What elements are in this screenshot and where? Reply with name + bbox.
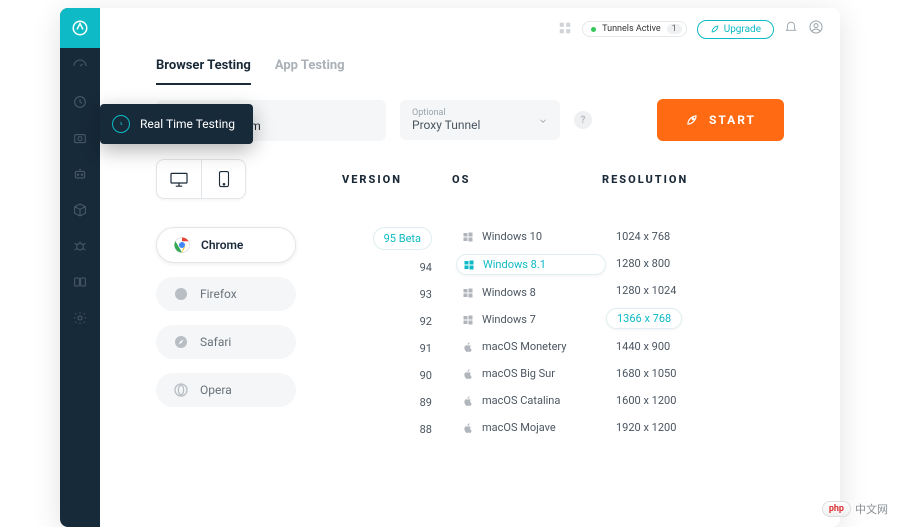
resolution-list: 1024 x 768 1280 x 800 1280 x 1024 1366 x 76… xyxy=(606,227,784,439)
os-option[interactable]: macOS Monetery xyxy=(456,337,606,356)
tunnels-badge[interactable]: Tunnels Active 1 xyxy=(582,21,687,37)
browser-list: Chrome Firefox Safari Opera xyxy=(156,227,346,439)
apple-icon xyxy=(462,341,474,353)
os-option[interactable]: macOS Catalina xyxy=(456,391,606,410)
windows-icon xyxy=(463,259,475,271)
sidebar-flyout-realtime[interactable]: Real Time Testing xyxy=(100,104,253,144)
safari-icon xyxy=(172,333,190,351)
notification-icon[interactable] xyxy=(784,20,798,39)
logo-tile[interactable] xyxy=(60,8,100,48)
tab-browser-testing[interactable]: Browser Testing xyxy=(156,52,251,85)
tunnels-label: Tunnels Active xyxy=(602,24,660,34)
logo-icon xyxy=(71,19,89,37)
resolution-option[interactable]: 1024 x 768 xyxy=(606,227,680,246)
rail-robot-icon[interactable] xyxy=(60,156,100,192)
rocket-icon xyxy=(710,24,720,34)
device-header-row: VERSION OS RESOLUTION xyxy=(100,151,840,207)
apple-icon xyxy=(462,395,474,407)
user-icon[interactable] xyxy=(808,19,824,39)
rail-dashboard-icon[interactable] xyxy=(60,48,100,84)
os-option[interactable]: Windows 10 xyxy=(456,227,606,246)
windows-icon xyxy=(462,314,474,326)
version-option[interactable]: 92 xyxy=(420,312,432,331)
sidebar-rail: Real Time Testing xyxy=(60,8,100,527)
browser-option-firefox[interactable]: Firefox xyxy=(156,277,296,311)
tab-app-testing[interactable]: App Testing xyxy=(275,52,345,85)
rail-integrations-icon[interactable] xyxy=(60,264,100,300)
version-option[interactable]: 89 xyxy=(420,393,432,412)
header-resolution: RESOLUTION xyxy=(602,173,784,186)
options-grid: Chrome Firefox Safari Opera 95 Beta 94 93 92 91… xyxy=(100,207,840,439)
version-option[interactable]: 93 xyxy=(420,285,432,304)
proxy-label: Optional xyxy=(412,108,528,118)
windows-icon xyxy=(462,287,474,299)
tunnels-count: 1 xyxy=(667,24,682,34)
watermark-badge: php xyxy=(822,501,851,517)
firefox-icon xyxy=(172,285,190,303)
chrome-icon xyxy=(173,236,191,254)
chevron-down-icon xyxy=(538,111,548,130)
proxy-select[interactable]: Optional Proxy Tunnel xyxy=(400,100,560,140)
rail-settings-icon[interactable] xyxy=(60,300,100,336)
start-button[interactable]: START xyxy=(657,99,784,141)
rail-screenshot-icon[interactable] xyxy=(60,120,100,156)
resolution-option[interactable]: 1280 x 1024 xyxy=(606,281,686,300)
browser-option-safari[interactable]: Safari xyxy=(156,325,296,359)
rail-bug-icon[interactable] xyxy=(60,228,100,264)
version-option[interactable]: 90 xyxy=(420,366,432,385)
rocket-icon xyxy=(685,113,699,127)
os-option[interactable]: macOS Mojave xyxy=(456,418,606,437)
opera-icon xyxy=(172,381,190,399)
resolution-option[interactable]: 1280 x 800 xyxy=(606,254,680,273)
rail-realtime-icon[interactable] xyxy=(60,84,100,120)
os-list: Windows 10 Windows 8.1 Windows 8 Windows 7 m… xyxy=(456,227,606,439)
version-option[interactable]: 94 xyxy=(420,258,432,277)
apple-icon xyxy=(462,422,474,434)
resolution-option[interactable]: 1920 x 1200 xyxy=(606,418,686,437)
resolution-option[interactable]: 1680 x 1050 xyxy=(606,364,686,383)
apps-grid-icon[interactable] xyxy=(558,20,572,39)
clock-icon xyxy=(112,115,130,133)
watermark: php 中文网 xyxy=(822,501,888,517)
header-version: VERSION xyxy=(342,173,452,186)
os-option[interactable]: Windows 8.1 xyxy=(456,254,606,275)
os-option[interactable]: macOS Big Sur xyxy=(456,364,606,383)
rail-cube-icon[interactable] xyxy=(60,192,100,228)
proxy-value: Proxy Tunnel xyxy=(412,118,528,132)
main-panel: Tunnels Active 1 Upgrade Browser Testing… xyxy=(100,8,840,527)
watermark-text: 中文网 xyxy=(855,501,888,517)
version-list: 95 Beta 94 93 92 91 90 89 88 xyxy=(346,227,456,439)
resolution-option[interactable]: 1600 x 1200 xyxy=(606,391,686,410)
device-mobile[interactable] xyxy=(201,160,245,198)
header-os: OS xyxy=(452,173,602,186)
resolution-option[interactable]: 1440 x 900 xyxy=(606,337,680,356)
upgrade-button[interactable]: Upgrade xyxy=(697,20,774,39)
browser-option-chrome[interactable]: Chrome xyxy=(156,227,296,263)
flyout-label: Real Time Testing xyxy=(140,117,235,131)
windows-icon xyxy=(462,231,474,243)
version-option[interactable]: 91 xyxy=(420,339,432,358)
os-option[interactable]: Windows 7 xyxy=(456,310,606,329)
version-option[interactable]: 88 xyxy=(420,420,432,439)
browser-option-opera[interactable]: Opera xyxy=(156,373,296,407)
version-option[interactable]: 95 Beta xyxy=(373,227,432,250)
status-dot-icon xyxy=(591,27,596,32)
resolution-option[interactable]: 1366 x 768 xyxy=(606,308,682,329)
device-desktop[interactable] xyxy=(157,160,201,198)
help-icon[interactable]: ? xyxy=(574,111,592,129)
topbar: Tunnels Active 1 Upgrade xyxy=(100,8,840,50)
apple-icon xyxy=(462,368,474,380)
os-option[interactable]: Windows 8 xyxy=(456,283,606,302)
device-toggle xyxy=(156,159,246,199)
tabs: Browser Testing App Testing xyxy=(100,50,840,85)
